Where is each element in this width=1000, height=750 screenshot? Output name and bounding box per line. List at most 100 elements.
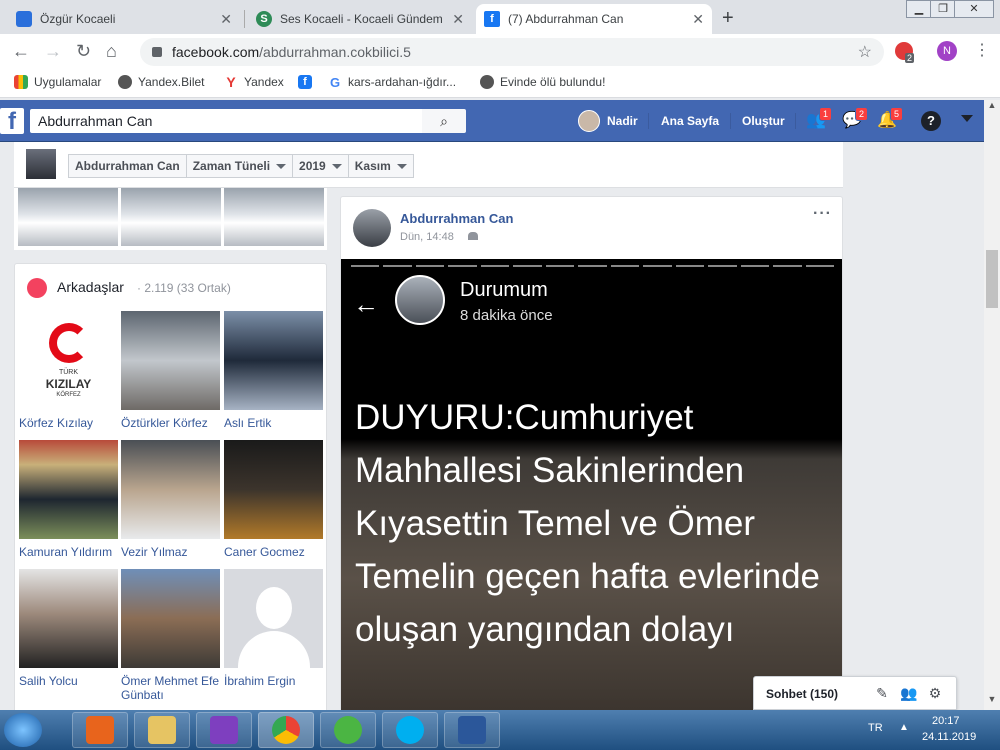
post-timestamp[interactable]: Dün, 14:48 [400, 231, 454, 243]
bookmark-evinde-olu[interactable]: Evinde ölü bulundu! [480, 75, 605, 89]
friend-photo[interactable] [121, 311, 220, 410]
breadcrumb-month[interactable]: Kasım [349, 155, 413, 177]
friend-photo[interactable]: TÜRK KIZILAY KÖRFEZ [19, 311, 118, 410]
friend-tile[interactable]: Ömer Mehmet Efe Günbatı [121, 569, 220, 702]
taskbar-utorrent[interactable] [320, 712, 376, 748]
friend-tile[interactable]: Caner Gocmez [224, 440, 323, 559]
restore-window-button[interactable]: ❐ [930, 0, 956, 18]
scroll-down-arrow-icon[interactable]: ▼ [984, 694, 1000, 710]
photo-thumbnail[interactable] [121, 188, 221, 246]
friend-tile[interactable]: Salih Yolcu [19, 569, 118, 688]
address-bar[interactable]: facebook.com /abdurrahman.cokbilici.5 ☆ [140, 38, 884, 66]
clock-date[interactable]: 24.11.2019 [922, 731, 976, 743]
friend-name[interactable]: Ömer Mehmet Efe Günbatı [121, 674, 220, 702]
friend-photo[interactable] [19, 569, 118, 668]
search-input[interactable]: Abdurrahman Can [30, 109, 422, 133]
scrollbar-thumb[interactable] [986, 250, 998, 308]
tab-ses-kocaeli[interactable]: S Ses Kocaeli - Kocaeli Gündem Ha ✕ [248, 4, 472, 34]
bookmark-yandex-bilet[interactable]: Yandex.Bilet [118, 75, 205, 89]
profile-thumbnail[interactable] [26, 149, 56, 179]
friend-name[interactable]: İbrahim Ergin [224, 674, 323, 688]
tab-ozgur-kocaeli[interactable]: Özgür Kocaeli ✕ [8, 4, 240, 34]
friend-tile[interactable]: Kamuran Yıldırım [19, 440, 118, 559]
profile-avatar[interactable]: N [937, 41, 957, 61]
breadcrumb-timeline[interactable]: Zaman Tüneli [187, 155, 294, 177]
taskbar-explorer[interactable] [134, 712, 190, 748]
friend-photo[interactable] [121, 440, 220, 539]
yandex-icon: Y [226, 74, 236, 90]
start-button[interactable] [4, 713, 42, 747]
friend-name[interactable]: Körfez Kızılay [19, 416, 118, 430]
close-tab-icon[interactable]: ✕ [692, 11, 704, 28]
scroll-up-arrow-icon[interactable]: ▲ [984, 100, 1000, 116]
friend-tile[interactable]: Aslı Ertik [224, 311, 323, 430]
breadcrumb-profile-name[interactable]: Abdurrahman Can [69, 155, 187, 177]
forward-arrow-icon[interactable]: → [44, 41, 62, 62]
reload-icon[interactable]: ↻ [76, 41, 91, 62]
friend-photo[interactable] [19, 440, 118, 539]
chat-bar[interactable]: Sohbet (150) ✎ 👥 ⚙ [753, 676, 957, 710]
friend-name[interactable]: Salih Yolcu [19, 674, 118, 688]
close-window-button[interactable]: ✕ [954, 0, 994, 18]
story-image[interactable]: ← Durumum 8 dakika önce DUYURU:Cumhuriye… [341, 259, 842, 715]
back-arrow-icon[interactable]: ← [12, 41, 30, 62]
friend-name[interactable]: Öztürkler Körfez [121, 416, 220, 430]
browser-menu-icon[interactable]: ⋮ [974, 40, 990, 60]
account-menu-caret-icon[interactable] [961, 115, 973, 122]
close-tab-icon[interactable]: ✕ [220, 11, 232, 28]
chat-label[interactable]: Sohbet (150) [766, 687, 838, 701]
avatar[interactable] [578, 110, 600, 132]
search-icon[interactable]: ⌕ [422, 109, 466, 133]
more-options-icon[interactable]: ··· [813, 205, 832, 223]
photo-thumbnail[interactable] [18, 188, 118, 246]
nav-divider [730, 113, 731, 129]
new-tab-icon[interactable]: + [722, 7, 734, 30]
friends-count: · 2.119 (33 Ortak) [137, 281, 231, 295]
taskbar-skype[interactable] [382, 712, 438, 748]
friend-tile[interactable]: Öztürkler Körfez [121, 311, 220, 430]
compose-icon[interactable]: ✎ [874, 685, 890, 701]
home-icon[interactable]: ⌂ [106, 41, 117, 62]
minimize-window-button[interactable]: ▁ [906, 0, 932, 18]
language-indicator[interactable]: TR [868, 722, 883, 734]
friend-photo[interactable] [224, 440, 323, 539]
default-avatar-icon [256, 587, 292, 629]
post-author[interactable]: Abdurrahman Can [400, 211, 513, 226]
friends-title[interactable]: Arkadaşlar [57, 279, 124, 295]
taskbar-media-player[interactable] [72, 712, 128, 748]
taskbar-chrome[interactable] [258, 712, 314, 748]
nav-home[interactable]: Ana Sayfa [661, 114, 719, 128]
bookmark-yandex[interactable]: Y Yandex [224, 74, 283, 90]
breadcrumb-year[interactable]: 2019 [293, 155, 349, 177]
tab-facebook-active[interactable]: f (7) Abdurrahman Can ✕ [476, 4, 712, 34]
nav-user-name[interactable]: Nadir [607, 114, 638, 128]
nav-create[interactable]: Oluştur [742, 114, 785, 128]
tray-expand-icon[interactable]: ▲ [899, 722, 909, 733]
bookmark-apps[interactable]: Uygulamalar [14, 75, 101, 89]
help-icon[interactable]: ? [921, 111, 941, 131]
friend-tile[interactable]: İbrahim Ergin [224, 569, 323, 688]
friend-photo[interactable] [224, 311, 323, 410]
bookmark-kars-ardahan[interactable]: G kars-ardahan-ığdır... [328, 75, 456, 90]
photo-thumbnail[interactable] [224, 188, 324, 246]
bookmark-facebook[interactable]: f [298, 75, 318, 89]
friends-audience-icon[interactable] [468, 232, 478, 240]
friend-photo[interactable] [121, 569, 220, 668]
friend-name[interactable]: Vezir Yılmaz [121, 545, 220, 559]
close-tab-icon[interactable]: ✕ [452, 11, 464, 28]
taskbar-word[interactable] [444, 712, 500, 748]
page-scrollbar[interactable]: ▲ ▼ [984, 100, 1000, 710]
friend-name[interactable]: Aslı Ertik [224, 416, 323, 430]
friend-tile[interactable]: Vezir Yılmaz [121, 440, 220, 559]
taskbar-visual-studio[interactable] [196, 712, 252, 748]
new-group-icon[interactable]: 👥 [900, 685, 917, 701]
friend-name[interactable]: Kamuran Yıldırım [19, 545, 118, 559]
friend-name[interactable]: Caner Gocmez [224, 545, 323, 559]
friend-photo[interactable] [224, 569, 323, 668]
avatar[interactable] [353, 209, 391, 247]
facebook-logo-icon[interactable]: f [0, 108, 24, 135]
bookmark-star-icon[interactable]: ☆ [858, 42, 872, 62]
gear-icon[interactable]: ⚙ [927, 685, 943, 701]
clock-time[interactable]: 20:17 [932, 715, 960, 727]
friend-tile[interactable]: TÜRK KIZILAY KÖRFEZ Körfez Kızılay [19, 311, 118, 430]
